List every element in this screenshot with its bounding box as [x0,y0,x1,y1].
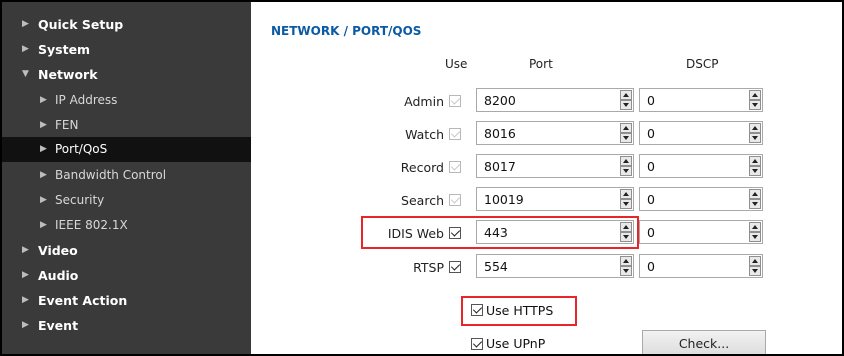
spin-up-icon[interactable] [620,256,632,266]
column-header-port: Port [529,57,553,71]
dscp-input-rtsp[interactable]: 0 [639,254,763,278]
triangle-right-icon: ▶ [40,144,47,154]
spin-up-icon[interactable] [620,90,632,100]
spin-down-icon[interactable] [749,166,761,176]
triangle-right-icon: ▶ [40,195,47,205]
sidebar-item-label: IEEE 802.1X [55,218,128,232]
row-label-rtsp: RTSP [413,260,444,275]
use-https-checkbox[interactable] [471,304,483,316]
use-checkbox-search [449,194,461,206]
port-input-rtsp[interactable]: 554 [476,254,634,278]
spin-down-icon[interactable] [620,199,632,209]
check-button[interactable]: Check... [642,330,766,354]
column-header-use: Use [445,57,468,71]
triangle-down-icon: ▼ [22,69,29,79]
dscp-input-record[interactable]: 0 [639,154,763,178]
dscp-input-watch[interactable]: 0 [639,121,763,145]
spin-up-icon[interactable] [749,189,761,199]
triangle-right-icon: ▶ [22,295,29,305]
sidebar-item-event[interactable]: ▶ Event [2,313,251,338]
use-checkbox-watch [449,128,461,140]
spin-down-icon[interactable] [749,133,761,143]
page-title: NETWORK / PORT/QOS [271,24,422,38]
spin-up-icon[interactable] [620,123,632,133]
sidebar-item-label: Video [38,243,78,258]
dscp-input-search[interactable]: 0 [639,187,763,211]
spin-down-icon[interactable] [620,133,632,143]
spin-down-icon[interactable] [749,266,761,276]
sidebar-item-audio[interactable]: ▶ Audio [2,263,251,288]
triangle-right-icon: ▶ [22,270,29,280]
spin-up-icon[interactable] [620,156,632,166]
sidebar-item-label: Quick Setup [38,17,124,32]
sidebar-item-network[interactable]: ▼ Network [2,62,251,87]
triangle-right-icon: ▶ [22,19,29,29]
triangle-right-icon: ▶ [40,95,47,105]
column-header-dscp: DSCP [686,57,719,71]
spin-up-icon[interactable] [749,90,761,100]
sidebar-item-ieee-8021x[interactable]: ▶ IEEE 802.1X [2,213,251,238]
spin-up-icon[interactable] [620,189,632,199]
port-input-record[interactable]: 8017 [476,154,634,178]
sidebar-item-label: Bandwidth Control [55,168,167,182]
spin-down-icon[interactable] [749,232,761,242]
sidebar-item-quick-setup[interactable]: ▶ Quick Setup [2,12,251,37]
triangle-right-icon: ▶ [22,245,29,255]
sidebar-item-label: Event [38,318,79,333]
sidebar-item-label: Security [55,193,105,207]
sidebar-item-label: Event Action [38,293,128,308]
spin-down-icon[interactable] [620,266,632,276]
port-input-watch[interactable]: 8016 [476,121,634,145]
use-checkbox-record [449,161,461,173]
row-label-search: Search [401,193,444,208]
row-label-record: Record [400,160,444,175]
use-upnp-label[interactable]: Use UPnP [486,336,545,351]
sidebar-item-security[interactable]: ▶ Security [2,188,251,213]
spin-up-icon[interactable] [749,156,761,166]
spin-down-icon[interactable] [749,199,761,209]
triangle-right-icon: ▶ [40,220,47,230]
sidebar-item-label: Network [38,67,98,82]
triangle-right-icon: ▶ [22,320,29,330]
sidebar-item-label: FEN [55,118,79,132]
row-label-admin: Admin [404,94,444,109]
sidebar-item-video[interactable]: ▶ Video [2,238,251,263]
spin-down-icon[interactable] [749,100,761,110]
use-upnp-checkbox[interactable] [471,338,483,350]
highlight-box-idis-web [361,216,639,249]
port-input-search[interactable]: 10019 [476,187,634,211]
sidebar-item-fen[interactable]: ▶ FEN [2,113,251,138]
dscp-input-idis-web[interactable]: 0 [639,220,763,244]
app-window: ▶ Quick Setup ▶ System ▼ Network ▶ IP Ad… [2,2,842,354]
spin-up-icon[interactable] [749,256,761,266]
spin-up-icon[interactable] [749,222,761,232]
sidebar-item-event-action[interactable]: ▶ Event Action [2,288,251,313]
port-input-admin[interactable]: 8200 [476,88,634,112]
sidebar-item-label: System [38,42,91,57]
settings-panel: NETWORK / PORT/QOS Use Port DSCP Admin 8… [251,2,842,354]
dscp-input-admin[interactable]: 0 [639,88,763,112]
spin-up-icon[interactable] [749,123,761,133]
sidebar-item-system[interactable]: ▶ System [2,37,251,62]
sidebar-item-ip-address[interactable]: ▶ IP Address [2,88,251,113]
use-https-label[interactable]: Use HTTPS [486,303,553,318]
spin-down-icon[interactable] [620,166,632,176]
sidebar-item-label: Audio [38,268,79,283]
triangle-right-icon: ▶ [22,44,29,54]
triangle-right-icon: ▶ [40,170,47,180]
row-label-watch: Watch [405,127,444,142]
triangle-right-icon: ▶ [40,120,47,130]
sidebar-item-label: IP Address [55,93,118,107]
sidebar-item-bandwidth-control[interactable]: ▶ Bandwidth Control [2,163,251,188]
sidebar-item-label: Port/QoS [55,142,108,156]
sidebar: ▶ Quick Setup ▶ System ▼ Network ▶ IP Ad… [2,2,251,354]
spin-down-icon[interactable] [620,100,632,110]
use-checkbox-admin [449,95,461,107]
sidebar-item-port-qos[interactable]: ▶ Port/QoS [2,137,251,162]
use-checkbox-rtsp[interactable] [449,261,461,273]
